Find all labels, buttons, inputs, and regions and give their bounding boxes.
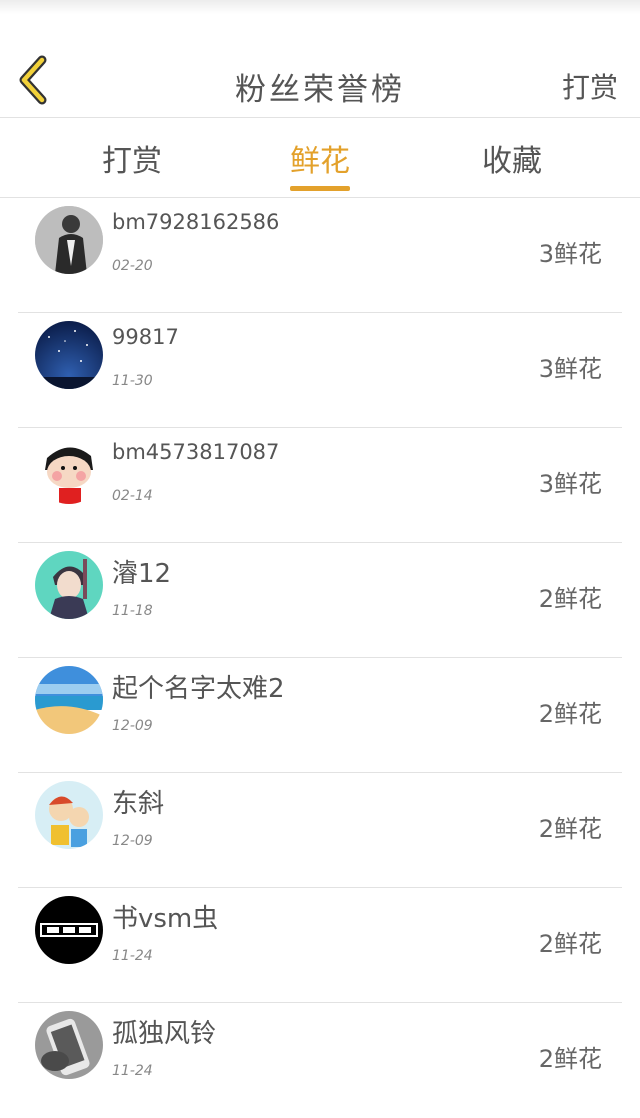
tab-reward[interactable]: 打赏 (102, 136, 162, 180)
tab-bar: 打赏 鲜花 收藏 (0, 118, 640, 198)
tab-favorites[interactable]: 收藏 (482, 136, 542, 180)
list-item[interactable]: bm4573817087 02-14 3鲜花 (0, 428, 640, 543)
fan-name: 东斜 (112, 789, 165, 819)
status-bar-shade (0, 0, 640, 14)
fan-date: 02-20 (112, 258, 153, 274)
active-tab-indicator (290, 186, 350, 191)
flower-count: 3鲜花 (538, 470, 602, 498)
fan-name: 孤独风铃 (112, 1019, 217, 1049)
flower-count: 2鲜花 (538, 585, 602, 613)
fan-date: 12-09 (112, 718, 153, 734)
list-item[interactable]: 孤独风铃 11-24 2鲜花 (0, 1003, 640, 1118)
avatar[interactable] (35, 1011, 103, 1079)
avatar[interactable] (35, 321, 103, 389)
fan-date: 11-24 (112, 1063, 153, 1079)
flower-count: 3鲜花 (538, 240, 602, 268)
flower-count: 2鲜花 (538, 1045, 602, 1073)
list-item[interactable]: 99817 11-30 3鲜花 (0, 313, 640, 428)
avatar[interactable] (35, 781, 103, 849)
fan-name: 书vsm虫 (112, 904, 219, 934)
fan-date: 12-09 (112, 833, 153, 849)
fan-date: 02-14 (112, 488, 153, 504)
fan-name: bm4573817087 (112, 440, 280, 464)
fan-name: bm7928162586 (112, 210, 280, 234)
flower-count: 2鲜花 (538, 700, 602, 728)
flower-count: 3鲜花 (538, 355, 602, 383)
reward-button[interactable]: 打赏 (562, 66, 618, 106)
fan-date: 11-30 (112, 373, 153, 389)
avatar[interactable] (35, 896, 103, 964)
fan-name: 起个名字太难2 (112, 674, 285, 704)
fan-list: bm7928162586 02-20 3鲜花 99817 11-30 3鲜花 b… (0, 198, 640, 1118)
list-item[interactable]: 濬12 11-18 2鲜花 (0, 543, 640, 658)
list-item[interactable]: 东斜 12-09 2鲜花 (0, 773, 640, 888)
avatar[interactable] (35, 551, 103, 619)
list-item[interactable]: 起个名字太难2 12-09 2鲜花 (0, 658, 640, 773)
fan-date: 11-18 (112, 603, 153, 619)
fan-name: 99817 (112, 325, 179, 349)
avatar[interactable] (35, 206, 103, 274)
flower-count: 2鲜花 (538, 930, 602, 958)
page-title: 粉丝荣誉榜 (235, 72, 405, 108)
flower-count: 2鲜花 (538, 815, 602, 843)
fan-date: 11-24 (112, 948, 153, 964)
tab-flowers[interactable]: 鲜花 (290, 136, 350, 180)
avatar[interactable] (35, 436, 103, 504)
top-bar: 粉丝荣誉榜 打赏 (0, 0, 640, 118)
list-item[interactable]: 书vsm虫 11-24 2鲜花 (0, 888, 640, 1003)
list-item[interactable]: bm7928162586 02-20 3鲜花 (0, 198, 640, 313)
avatar[interactable] (35, 666, 103, 734)
fan-name: 濬12 (112, 559, 172, 589)
